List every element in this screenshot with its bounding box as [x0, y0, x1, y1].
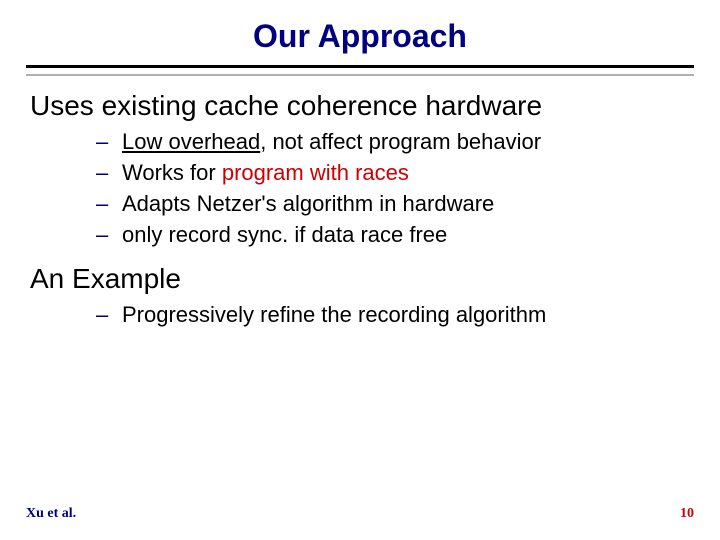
footer-page-number: 10	[680, 506, 694, 522]
red-text: program with races	[222, 160, 409, 185]
text-post: , not affect program behavior	[260, 129, 541, 154]
section-heading-1: An Example	[30, 263, 690, 295]
footer-author: Xu et al.	[26, 506, 76, 522]
slide-title: Our Approach	[26, 18, 694, 55]
rule-shadow	[26, 74, 694, 76]
item-text: Works for program with races	[122, 159, 409, 187]
list-item: – Progressively refine the recording alg…	[96, 301, 690, 329]
slide-body: Uses existing cache coherence hardware –…	[26, 90, 694, 329]
underlined-text: Low overhead	[122, 129, 260, 154]
bullet-dash-icon: –	[96, 190, 122, 218]
list-item: – Low overhead, not affect program behav…	[96, 128, 690, 156]
rule-main	[26, 65, 694, 68]
slide: Our Approach Uses existing cache coheren…	[0, 0, 720, 540]
section-heading-0: Uses existing cache coherence hardware	[30, 90, 690, 122]
section-1-items: – Progressively refine the recording alg…	[30, 301, 690, 329]
title-rule	[26, 65, 694, 76]
item-text: Adapts Netzer's algorithm in hardware	[122, 190, 494, 218]
item-text: only record sync. if data race free	[122, 221, 447, 249]
item-text: Progressively refine the recording algor…	[122, 301, 546, 329]
bullet-dash-icon: –	[96, 301, 122, 329]
list-item: – Works for program with races	[96, 159, 690, 187]
bullet-dash-icon: –	[96, 221, 122, 249]
text-pre: Works for	[122, 160, 222, 185]
item-text: Low overhead, not affect program behavio…	[122, 128, 541, 156]
list-item: – only record sync. if data race free	[96, 221, 690, 249]
bullet-dash-icon: –	[96, 159, 122, 187]
bullet-dash-icon: –	[96, 128, 122, 156]
list-item: – Adapts Netzer's algorithm in hardware	[96, 190, 690, 218]
section-0-items: – Low overhead, not affect program behav…	[30, 128, 690, 249]
